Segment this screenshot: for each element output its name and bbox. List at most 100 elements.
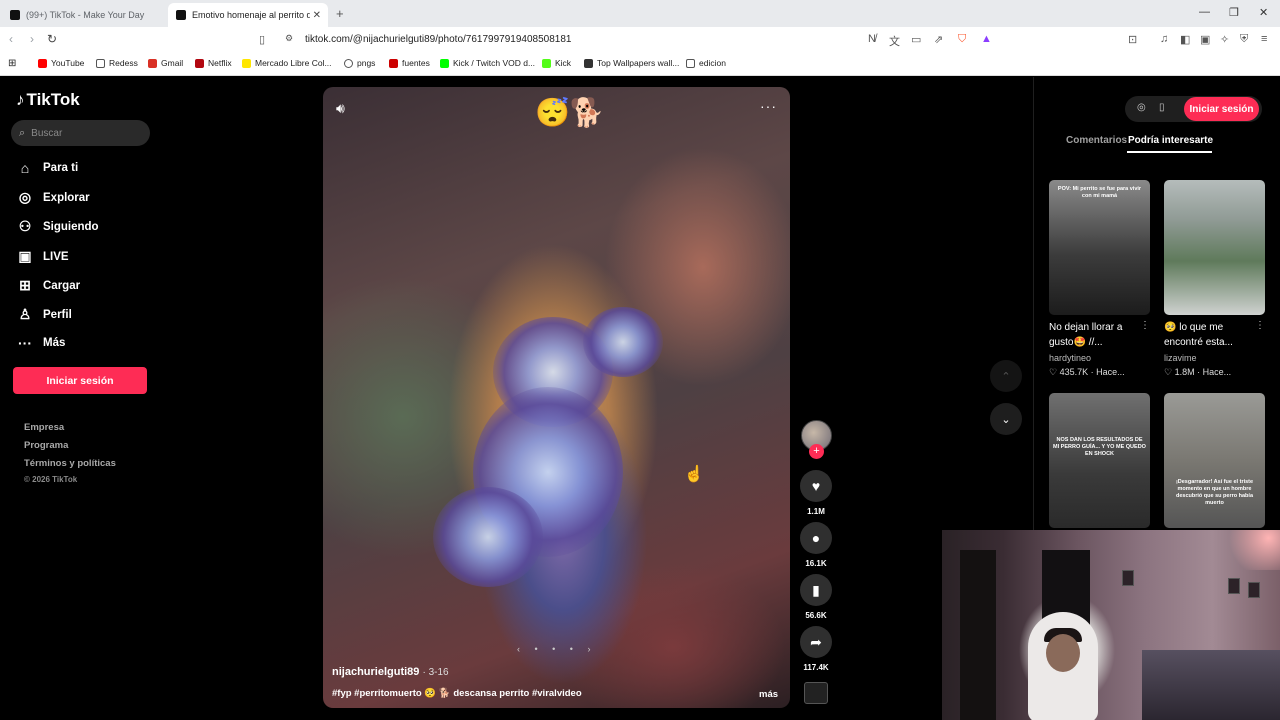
sidebar-item-explorar[interactable]: ◎ Explorar [16, 189, 90, 206]
caption-more-button[interactable]: más [759, 689, 778, 700]
bookmark-youtube[interactable]: YouTube [38, 58, 84, 68]
tiktok-note-icon: ♪ [16, 90, 25, 109]
vpn-icon[interactable]: ⛨ [1240, 33, 1248, 46]
rewards-icon[interactable]: ▲ [981, 33, 992, 45]
compass-small-icon[interactable]: ◎ [1137, 102, 1146, 113]
bookmark-fuentes[interactable]: fuentes [389, 58, 430, 68]
next-post-button[interactable]: ⌄ [990, 403, 1022, 435]
sidebar-item-cargar[interactable]: ⊞ Cargar [16, 277, 80, 294]
bookmark-edicion[interactable]: edicion [686, 58, 726, 68]
share-button[interactable]: ➦ [800, 626, 832, 658]
sound-thumbnail[interactable] [804, 682, 828, 704]
card-stats: ♡ 1.8M · Hace... [1164, 367, 1232, 377]
music-icon[interactable]: ♫ [1160, 33, 1168, 45]
sidebar-item-siguiendo[interactable]: ⚇ Siguiendo [16, 218, 99, 235]
follow-plus-icon[interactable]: + [809, 444, 824, 459]
minimize-icon[interactable]: — [1199, 6, 1210, 18]
youtube-icon [38, 58, 47, 68]
kick-icon [440, 58, 449, 68]
footer-link-programa[interactable]: Programa [24, 440, 68, 451]
card-title[interactable]: No dejan llorar a gusto🤩 //... [1049, 320, 1144, 350]
bookmark-top-wallpapers[interactable]: Top Wallpapers wall... [584, 58, 679, 68]
live-icon: ▣ [18, 248, 32, 264]
menu-icon[interactable]: ≡ [1261, 33, 1267, 45]
card-menu-icon[interactable]: ⋮ [1255, 320, 1265, 331]
recommended-video-card[interactable]: NOS DAN LOS RESULTADOS DE MI PERRO GUÍA.… [1049, 393, 1150, 528]
slide-indicator[interactable]: ‹ • • • › [517, 644, 596, 654]
bookmark-kick-twitch[interactable]: Kick / Twitch VOD d... [440, 58, 535, 68]
plush-sparkle-3 [433, 487, 543, 587]
recommended-video-card[interactable]: POV: Mi perrito se fue para vivir con mi… [1049, 180, 1150, 315]
card-title[interactable]: 🥺 lo que me encontré esta... [1164, 320, 1259, 350]
browser-tab-tiktok-home[interactable]: (99+) TikTok - Make Your Day [2, 3, 166, 27]
sidebar-item-mas[interactable]: ··· Más [16, 335, 65, 351]
sidebar-item-perfil[interactable]: ♙ Perfil [16, 306, 72, 323]
tiktok-logo[interactable]: ♪ TikTok [16, 90, 80, 110]
search-box[interactable]: ⌕ [11, 120, 150, 146]
bookmark-netflix[interactable]: Netflix [195, 58, 232, 68]
like-button[interactable]: ♥ [800, 470, 832, 502]
sidebar-toggle-icon[interactable]: ◧ [1180, 33, 1190, 46]
bookmark-page-icon[interactable]: ▯ [259, 33, 265, 46]
post-photo[interactable] [323, 87, 790, 708]
new-tab-icon[interactable]: + [336, 6, 344, 21]
tab-comentarios[interactable]: Comentarios [1066, 135, 1127, 146]
reload-icon[interactable]: ↻ [47, 32, 57, 46]
wallpapers-icon [584, 58, 593, 68]
footer-link-empresa[interactable]: Empresa [24, 422, 64, 433]
heart-outline-icon: ♡ [1049, 367, 1060, 377]
translate-off-icon[interactable]: N̸ [868, 33, 876, 45]
cam-person-face [1046, 634, 1080, 672]
post-more-icon[interactable]: ··· [760, 98, 777, 114]
wallet-icon[interactable]: ▣ [1200, 33, 1210, 46]
tiktok-favicon-icon [10, 10, 20, 20]
tab-podria-interesarte[interactable]: Podría interesarte [1128, 135, 1213, 146]
close-tab-icon[interactable]: ✕ [313, 10, 321, 21]
back-icon[interactable]: ‹ [9, 32, 13, 46]
card-user[interactable]: hardytineo [1049, 353, 1091, 363]
save-button[interactable]: ▮ [800, 574, 832, 606]
login-button[interactable]: Iniciar sesión [13, 367, 147, 394]
comment-icon: ● [811, 530, 821, 546]
search-input[interactable] [31, 127, 132, 139]
search-icon: ⌕ [19, 126, 26, 139]
browser-tab-active[interactable]: Emotivo homenaje al perrito qu ✕ [168, 3, 328, 27]
bookmark-redess[interactable]: Redess [96, 58, 138, 68]
volume-icon[interactable]: 🔊︎ [336, 100, 345, 117]
tab-search-icon[interactable]: ⊡ [1128, 33, 1137, 46]
leo-ai-icon[interactable]: ✧ [1220, 33, 1229, 46]
sidebar-item-para-ti[interactable]: ⌂ Para ti [16, 160, 78, 176]
recommended-video-card[interactable]: ¡Desgarrador! Así fue el triste momento … [1164, 393, 1265, 528]
bookmark-gmail[interactable]: Gmail [148, 58, 183, 68]
bookmark-kick[interactable]: Kick [542, 58, 571, 68]
footer-link-terminos[interactable]: Términos y políticas [24, 458, 116, 469]
comment-button[interactable]: ● [800, 522, 832, 554]
sidebar-item-live[interactable]: ▣ LIVE [16, 248, 68, 265]
recommended-video-card[interactable] [1164, 180, 1265, 315]
netflix-icon [195, 58, 204, 68]
bookmark-pngs[interactable]: pngs [344, 58, 375, 68]
translate-icon[interactable]: 文 [889, 33, 900, 49]
cam-wall-picture [1248, 582, 1260, 598]
kick-icon [542, 58, 551, 68]
brave-shield-icon[interactable]: ⛉ [958, 33, 966, 46]
restore-icon[interactable]: ❐ [1229, 6, 1239, 19]
streamer-webcam [942, 530, 1280, 720]
site-info-icon[interactable]: ⚙ [285, 33, 293, 44]
previous-post-button[interactable]: ⌃ [990, 360, 1022, 392]
card-menu-icon[interactable]: ⋮ [1140, 320, 1150, 331]
like-count: 1.1M [807, 507, 825, 516]
phone-icon[interactable]: ▯ [1159, 102, 1165, 113]
card-user[interactable]: lizavime [1164, 353, 1197, 363]
gmail-icon [148, 58, 157, 68]
apps-icon[interactable]: ⊞ [8, 58, 16, 69]
right-login-button[interactable]: Iniciar sesión [1184, 97, 1259, 121]
post-author[interactable]: nijachurielguti89 · 3-16 [332, 666, 449, 678]
active-tab-indicator [1127, 151, 1212, 153]
cast-icon[interactable]: ▭ [911, 33, 921, 46]
bookmark-mercado-libre[interactable]: Mercado Libre Col... [242, 58, 332, 68]
address-bar[interactable]: tiktok.com/@nijachurielguti89/photo/7617… [305, 34, 571, 45]
forward-icon[interactable]: › [30, 32, 34, 46]
share-icon[interactable]: ⇗ [934, 33, 943, 46]
close-window-icon[interactable]: ✕ [1259, 6, 1268, 19]
